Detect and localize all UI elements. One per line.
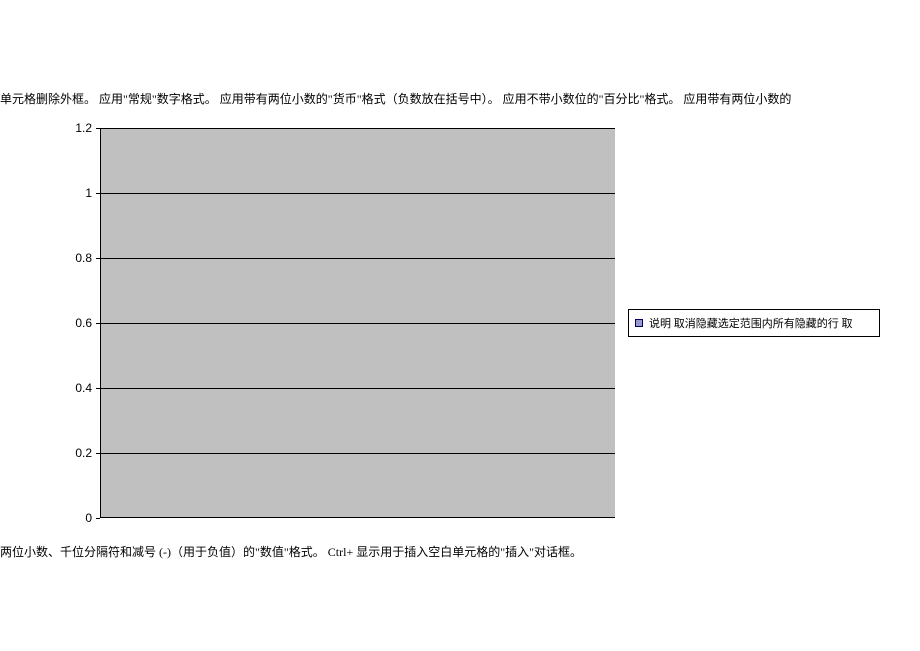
y-tick-label: 0 — [62, 511, 92, 525]
plot-area — [100, 128, 615, 518]
y-tick-label: 1.2 — [62, 121, 92, 135]
doc-text-below: 两位小数、千位分隔符和减号 (-)（用于负值）的"数值"格式。 Ctrl+ 显示… — [0, 543, 920, 560]
y-tick-label: 0.6 — [62, 316, 92, 330]
gridline — [101, 258, 615, 259]
gridline — [101, 193, 615, 194]
legend-marker-icon — [635, 319, 643, 327]
legend-label: 说明 取消隐藏选定范围内所有隐藏的行 取 — [649, 315, 853, 331]
y-tick-label: 0.4 — [62, 381, 92, 395]
doc-text-above: 单元格删除外框。 应用"常规"数字格式。 应用带有两位小数的"货币"格式（负数放… — [0, 90, 920, 107]
y-tick-label: 0.2 — [62, 446, 92, 460]
gridline — [101, 388, 615, 389]
gridline — [101, 323, 615, 324]
chart: 0 0.2 0.4 0.6 0.8 1 1.2 说明 取消隐藏选定范围内所有隐藏… — [62, 128, 858, 534]
y-tick-label: 0.8 — [62, 251, 92, 265]
y-tick-mark — [96, 518, 100, 519]
legend: 说明 取消隐藏选定范围内所有隐藏的行 取 — [628, 309, 880, 337]
gridline — [101, 128, 615, 129]
gridline — [101, 453, 615, 454]
y-tick-label: 1 — [62, 186, 92, 200]
